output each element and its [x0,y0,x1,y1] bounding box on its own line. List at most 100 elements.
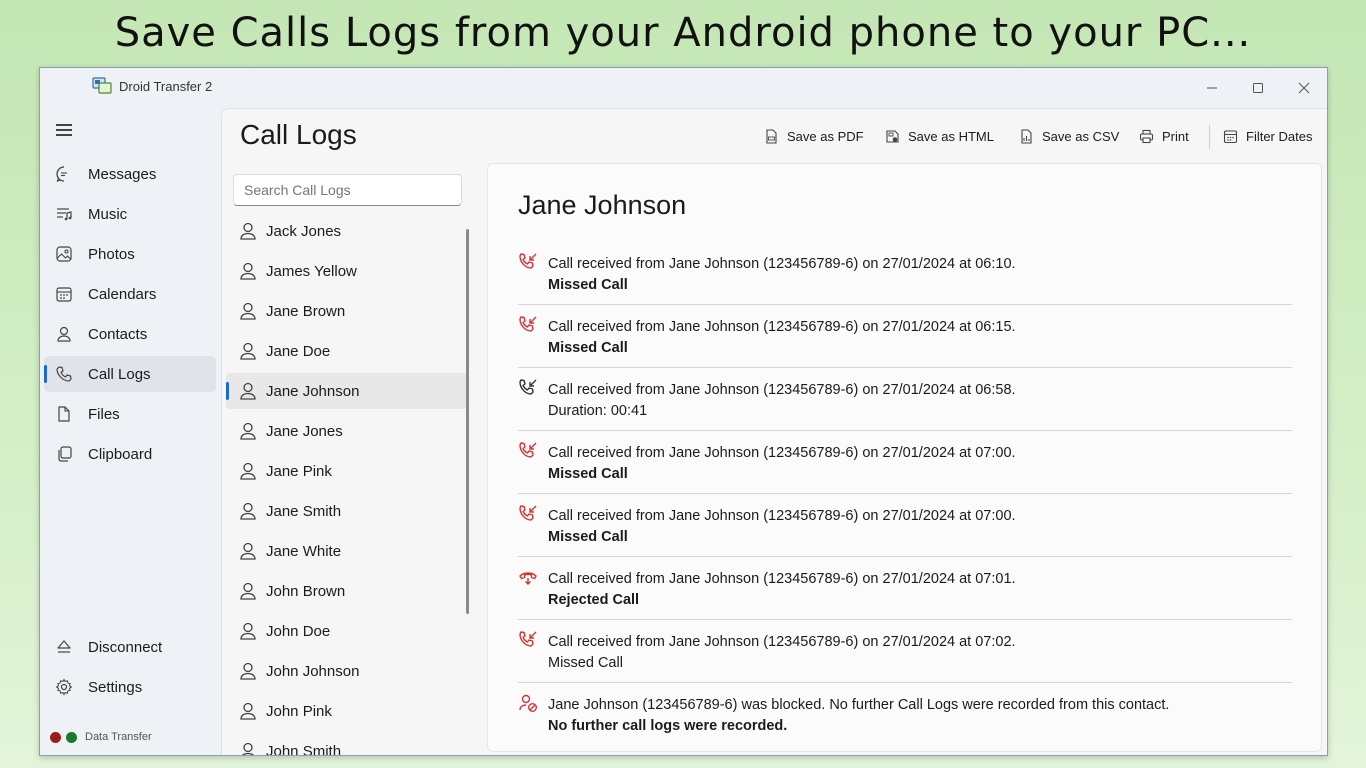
sidebar-item-settings[interactable]: Settings [44,669,216,705]
call-log-status: No further call logs were recorded. [548,718,788,734]
contact-list-item[interactable]: John Smith [226,733,467,756]
sidebar-item-label: Disconnect [88,638,163,656]
call-log-text: Call received from Jane Johnson (1234567… [548,445,1016,461]
sidebar-item-contacts[interactable]: Contacts [44,316,216,352]
person-icon [240,662,256,680]
contact-name-heading: Jane Johnson [518,190,687,220]
sidebar-item-disconnect[interactable]: Disconnect [44,629,216,665]
call-log-status: Missed Call [548,655,623,671]
missed-call-icon [519,505,537,521]
call-log-entry: Call received from Jane Johnson (1234567… [518,242,1292,305]
call-log-text: Call received from Jane Johnson (1234567… [548,319,1016,335]
contact-name: John Smith [266,742,342,756]
contact-list-scrollbar[interactable] [466,229,469,614]
person-icon [240,502,256,520]
call-log-status: Duration: 00:41 [548,403,648,419]
contact-list-item[interactable]: Jane Pink [226,453,467,489]
contact-list-item[interactable]: Jane Brown [226,293,467,329]
menu-toggle-button[interactable] [56,124,72,136]
call-log-entry: Call received from Jane Johnson (1234567… [518,368,1292,431]
contact-list-item[interactable]: John Doe [226,613,467,649]
contact-list-item[interactable]: James Yellow [226,253,467,289]
sidebar-item-label: Messages [88,165,157,183]
sidebar-item-label: Files [88,405,120,423]
sidebar-item-files[interactable]: Files [44,396,216,432]
save-as-csv-label: Save as CSV [1042,128,1120,144]
active-indicator [44,365,47,383]
save-as-html-label: Save as HTML [908,128,994,144]
contact-list: Jack Jones James Yellow Jane Brown Jane Doe… [226,213,469,756]
sidebar-item-photos[interactable]: Photos [44,236,216,272]
call-log-entry: Call received from Jane Johnson (1234567… [518,620,1292,683]
contact-list-item[interactable]: Jane Johnson [226,373,467,409]
rejected-call-icon [519,572,537,585]
contact-name: John Doe [266,622,331,640]
call-log-entry: Call received from Jane Johnson (1234567… [518,431,1292,494]
sidebar-item-label: Settings [88,678,143,696]
save-as-pdf-button[interactable]: Save as PDF [764,125,864,147]
toolbar: Save as PDF Save as HTML Save as CSV Pri… [222,125,1327,149]
contact-name: Jane Pink [266,462,332,480]
contact-list-item[interactable]: Jane Smith [226,493,467,529]
contact-list-item[interactable]: Jane Jones [226,413,467,449]
search-input[interactable] [233,174,462,206]
call-log-text: Jane Johnson (123456789-6) was blocked. … [548,697,1170,713]
minimize-button[interactable] [1194,74,1230,102]
call-log-status: Missed Call [548,340,628,356]
call-log-text: Call received from Jane Johnson (1234567… [548,634,1016,650]
contact-name: John Pink [266,702,332,720]
sidebar-item-label: Call Logs [88,365,151,383]
contact-list-item[interactable]: Jane White [226,533,467,569]
person-icon [240,342,256,360]
phone-icon [56,366,72,382]
window-title: Droid Transfer 2 [119,79,213,94]
call-log-status: Missed Call [548,466,628,482]
filter-dates-button[interactable]: Filter Dates [1223,125,1312,147]
save-as-html-button[interactable]: Save as HTML [885,125,994,147]
call-log-entry: Call received from Jane Johnson (1234567… [518,305,1292,368]
save-as-csv-button[interactable]: Save as CSV [1019,125,1119,147]
call-log-status: Rejected Call [548,592,640,608]
contact-name: Jane Brown [266,302,346,320]
main-content: Call Logs Save as PDF Save as HTML Save … [221,108,1327,756]
printer-icon [1139,129,1154,143]
sidebar-item-call-logs[interactable]: Call Logs [44,356,216,392]
contact-name: Jane Johnson [266,382,360,400]
contact-list-item[interactable]: John Johnson [226,653,467,689]
received-call-icon [519,379,537,395]
call-log-text: Call received from Jane Johnson (1234567… [548,382,1016,398]
sidebar-item-clipboard[interactable]: Clipboard [44,436,216,472]
contact-list-item[interactable]: Jack Jones [226,213,467,249]
contact-list-item[interactable]: Jane Doe [226,333,467,369]
eject-icon [57,640,71,653]
title-bar: Droid Transfer 2 [40,68,1327,108]
sidebar-item-label: Photos [88,245,135,263]
print-button[interactable]: Print [1139,125,1189,147]
clipboard-icon [58,446,72,462]
contact-list-item[interactable]: John Brown [226,573,467,609]
gear-icon [55,678,73,696]
missed-call-icon [519,316,537,332]
sidebar-item-messages[interactable]: Messages [44,156,216,192]
call-log-text: Call received from Jane Johnson (1234567… [548,508,1016,524]
person-icon [241,742,255,755]
sidebar-item-calendars[interactable]: Calendars [44,276,216,312]
contact-icon [57,326,71,342]
contact-name: Jack Jones [266,222,342,240]
save-as-pdf-label: Save as PDF [787,128,864,144]
person-icon [240,262,256,280]
close-button[interactable] [1286,74,1322,102]
call-log-entry: Jane Johnson (123456789-6) was blocked. … [518,683,1292,746]
sidebar-item-label: Music [88,205,128,223]
person-icon [240,542,256,560]
photo-icon [56,246,72,262]
sidebar-item-music[interactable]: Music [44,196,216,232]
person-icon [240,302,256,320]
status-dot-red [50,731,61,743]
call-log-entry: Call received from Jane Johnson (1234567… [518,494,1292,557]
filter-dates-label: Filter Dates [1246,128,1313,144]
call-log-text: Call received from Jane Johnson (1234567… [548,256,1016,272]
contact-list-item[interactable]: John Pink [226,693,467,729]
contact-name: John Brown [266,582,346,600]
maximize-button[interactable] [1240,74,1276,102]
